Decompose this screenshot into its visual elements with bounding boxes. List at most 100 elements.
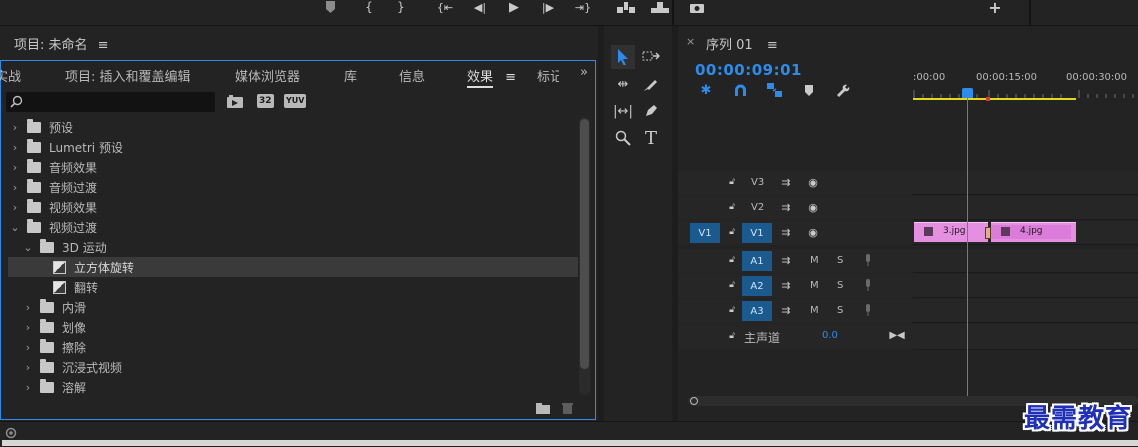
tab-project-insert[interactable]: 项目: 插入和覆盖编辑 [65, 66, 191, 85]
trash-icon[interactable] [559, 401, 575, 415]
marker-icon[interactable] [322, 0, 338, 14]
zoom-handle[interactable] [690, 397, 698, 405]
chevron-right-icon[interactable]: › [9, 161, 21, 174]
project-panel-title[interactable]: 项目: 未命名 ≡ [14, 34, 109, 53]
step-back-icon[interactable]: ◀| [472, 0, 488, 14]
lock-icon[interactable]: 🔓︎ [726, 304, 738, 316]
source-patch-v1[interactable]: V1 [690, 223, 720, 243]
add-marker-icon[interactable] [800, 82, 818, 98]
tab-markers[interactable]: 标记 [537, 66, 559, 85]
time-ruler[interactable]: :00:00 00:00:15:00 00:00:30:00 [913, 64, 1138, 104]
sync-lock-icon[interactable]: ⇉ [779, 176, 793, 189]
microphone-icon[interactable] [862, 303, 874, 317]
tab-shizhan[interactable]: 实战 [0, 66, 21, 85]
panel-menu-icon[interactable]: ≡ [767, 38, 778, 53]
tree-item-iris[interactable]: › 划像 [1, 317, 578, 337]
chevron-right-icon[interactable]: › [22, 381, 34, 394]
microphone-icon[interactable] [862, 278, 874, 292]
mute-button[interactable]: M [810, 305, 819, 316]
tree-item-video-effects[interactable]: › 视频效果 [1, 197, 578, 217]
go-to-in-icon[interactable]: {⇤ [436, 0, 454, 14]
tab-info[interactable]: 信息 [399, 66, 425, 85]
sequence-tab[interactable]: 序列 01 ≡ [706, 34, 778, 53]
play-icon[interactable]: ▶ [506, 0, 522, 15]
chevron-right-icon[interactable]: › [9, 141, 21, 154]
master-volume-value[interactable]: 0.0 [822, 330, 838, 341]
go-to-out-icon[interactable]: ⇥} [574, 0, 592, 14]
32bit-badge[interactable]: 32 [257, 94, 274, 108]
chevron-right-icon[interactable]: › [9, 121, 21, 134]
lock-icon[interactable]: 🔓︎ [726, 201, 738, 213]
effects-scrollbar-thumb[interactable] [580, 119, 589, 369]
eye-icon[interactable]: ◉ [806, 226, 820, 239]
accelerated-effects-icon[interactable] [227, 94, 243, 108]
sync-lock-icon[interactable]: ⇉ [779, 226, 793, 239]
nest-icon[interactable]: ✱ [697, 82, 715, 98]
track-select-tool[interactable] [639, 45, 663, 69]
snap-icon[interactable] [731, 82, 749, 98]
chevron-right-icon[interactable]: › [22, 341, 34, 354]
type-tool[interactable]: T [639, 126, 663, 150]
microphone-icon[interactable] [862, 253, 874, 267]
tree-item-immersive-video[interactable]: › 沉浸式视频 [1, 357, 578, 377]
tree-item-cube-spin[interactable]: 立方体旋转 [8, 257, 578, 277]
track-a1[interactable]: 🔓︎ A1 ⇉ M S [678, 249, 1138, 273]
chevron-down-icon[interactable]: ⌄ [22, 241, 34, 254]
tree-item-audio-transitions[interactable]: › 音频过渡 [1, 177, 578, 197]
tree-item-lumetri-presets[interactable]: › Lumetri 预设 [1, 137, 578, 157]
effects-search-input[interactable] [6, 92, 215, 112]
clip-4-jpg[interactable]: 4.jpg [991, 222, 1076, 242]
sync-lock-icon[interactable]: ⇉ [779, 279, 793, 292]
tree-item-wipe[interactable]: › 擦除 [1, 337, 578, 357]
insert-icon[interactable] [616, 0, 636, 14]
solo-button[interactable]: S [837, 255, 843, 266]
close-tab-icon[interactable]: × [686, 35, 695, 48]
track-v2[interactable]: 🔓︎ V2 ⇉ ◉ [678, 196, 1138, 220]
track-a2[interactable]: 🔓︎ A2 ⇉ M S [678, 274, 1138, 298]
step-forward-icon[interactable]: |▶ [540, 0, 556, 14]
lock-icon[interactable]: 🔓︎ [726, 176, 738, 188]
lock-icon[interactable]: 🔓︎ [726, 254, 738, 266]
track-a3[interactable]: 🔓︎ A3 ⇉ M S [678, 299, 1138, 323]
tree-item-presets[interactable]: › 预设 [1, 117, 578, 137]
wrench-icon[interactable] [834, 82, 852, 98]
sync-lock-icon[interactable]: ⇉ [779, 254, 793, 267]
mark-in-icon[interactable]: { [362, 0, 376, 14]
mute-button[interactable]: M [810, 255, 819, 266]
zoom-tool[interactable] [611, 126, 635, 150]
tree-item-flip[interactable]: 翻转 [1, 277, 578, 297]
solo-button[interactable]: S [837, 280, 843, 291]
mark-out-icon[interactable]: } [394, 0, 408, 14]
track-target-a3[interactable]: A3 [742, 301, 772, 321]
chevron-right-icon[interactable]: › [22, 301, 34, 314]
add-icon[interactable]: + [986, 0, 1004, 17]
tree-item-audio-effects[interactable]: › 音频效果 [1, 157, 578, 177]
lock-icon[interactable]: 🔓︎ [726, 279, 738, 291]
chevron-right-icon[interactable]: › [9, 201, 21, 214]
new-folder-icon[interactable] [535, 401, 551, 415]
chevron-right-icon[interactable]: › [22, 321, 34, 334]
tab-effects[interactable]: 效果 ≡ [467, 66, 516, 88]
panel-menu-icon[interactable]: ≡ [98, 38, 109, 53]
lock-icon[interactable]: 🔓︎ [726, 226, 738, 238]
eye-icon[interactable]: ◉ [806, 176, 820, 189]
mute-button[interactable]: M [810, 280, 819, 291]
tab-library[interactable]: 库 [344, 66, 357, 85]
sync-lock-icon[interactable]: ⇉ [779, 304, 793, 317]
export-frame-icon[interactable] [688, 0, 706, 14]
clip-3-jpg[interactable]: 3.jpg [914, 222, 988, 242]
sync-lock-icon[interactable]: ⇉ [779, 201, 793, 214]
ripple-edit-tool[interactable]: ⇹ [611, 72, 635, 96]
overwrite-icon[interactable] [650, 0, 670, 14]
yuv-badge[interactable]: YUV [284, 94, 307, 108]
go-to-end-icon[interactable]: ▶◀ [889, 329, 904, 341]
chevron-right-icon[interactable]: › [22, 361, 34, 374]
solo-button[interactable]: S [837, 305, 843, 316]
tree-item-3d-motion[interactable]: ⌄ 3D 运动 [1, 237, 578, 257]
chevron-down-icon[interactable]: ⌄ [9, 221, 21, 234]
playhead-timecode[interactable]: 00:00:09:01 [695, 61, 802, 79]
pen-tool[interactable] [639, 99, 663, 123]
track-target-v1[interactable]: V1 [742, 223, 772, 243]
work-area-bar[interactable] [913, 98, 1076, 100]
track-target-a2[interactable]: A2 [742, 276, 772, 296]
